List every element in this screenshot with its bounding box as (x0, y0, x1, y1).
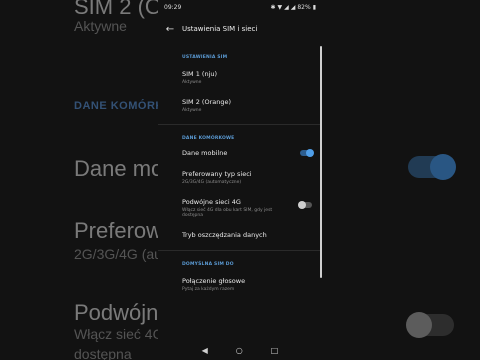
scrollbar[interactable] (320, 46, 322, 278)
dual-4g-toggle[interactable] (298, 201, 312, 209)
home-nav-icon[interactable]: ○ (236, 346, 243, 355)
navigation-bar: ◀ ○ □ (158, 340, 322, 360)
section-header-mobile-data: DANE KOMÓRKOWE (182, 136, 235, 141)
preferred-network-label: Preferowany typ sieci (182, 170, 252, 178)
back-arrow-icon[interactable]: ← (162, 21, 178, 37)
background-dual-4g-sub2: dostępna (74, 346, 132, 360)
bluetooth-icon: ✱ (270, 3, 276, 11)
list-item-data-saver[interactable]: Tryb oszczędzania danych (182, 223, 322, 244)
background-toggle-off (406, 312, 454, 338)
list-item-voice-calls[interactable]: Połączenie głosowe Pytaj za każdym razem (182, 267, 322, 297)
background-left-panel: SIM 2 (Orange) Aktywne DANE KOMÓRKOWE Da… (0, 0, 325, 360)
section-sim-cards: USTAWIENIA SIM SIM 1 (nju) Aktywne SIM 2… (158, 44, 322, 118)
list-item-preferred-network[interactable]: Preferowany typ sieci 2G/3G/4G (automaty… (182, 162, 322, 190)
dual-4g-label: Podwójne sieci 4G (182, 198, 241, 206)
status-icons: ✱ ▼ ◢ ◢ 82% ▮ (270, 4, 316, 11)
list-item-sim1[interactable]: SIM 1 (nju) Aktywne (182, 60, 322, 90)
signal-2-icon: ◢ (290, 3, 296, 11)
status-bar: 09:29 ✱ ▼ ◢ ◢ 82% ▮ (158, 0, 322, 14)
voice-calls-label: Połączenie głosowe (182, 277, 246, 285)
section-default-sim: DOMYŚLNA SIM DO Połączenie głosowe Pytaj… (158, 251, 322, 297)
background-toggle-on (408, 154, 456, 180)
background-right-panel (322, 0, 480, 360)
sim2-title: SIM 2 (Orange) (182, 98, 232, 106)
list-item-sim2[interactable]: SIM 2 (Orange) Aktywne (182, 90, 322, 118)
mobile-data-toggle[interactable] (300, 149, 314, 157)
data-saver-label: Tryb oszczędzania danych (182, 231, 267, 239)
section-mobile-data: DANE KOMÓRKOWE Dane mobilne Preferowany … (158, 125, 322, 244)
phone-screen: 09:29 ✱ ▼ ◢ ◢ 82% ▮ ← Ustawienia SIM i s… (158, 0, 322, 360)
back-nav-icon[interactable]: ◀ (202, 346, 208, 355)
recents-nav-icon[interactable]: □ (271, 346, 279, 355)
sim2-status: Aktywne (182, 108, 202, 113)
section-header-sim: USTAWIENIA SIM (182, 55, 228, 60)
battery-icon: ▮ (312, 3, 316, 11)
preferred-network-value: 2G/3G/4G (automatyczne) (182, 180, 242, 185)
section-header-default-sim: DOMYŚLNA SIM DO (182, 262, 234, 267)
list-item-dual-4g[interactable]: Podwójne sieci 4G Włącz sieć 4G dla obu … (182, 190, 322, 223)
battery-percent: 82% (297, 3, 311, 11)
background-sim2-status: Aktywne (74, 18, 127, 34)
signal-icon: ◢ (284, 3, 289, 11)
dual-4g-description: Włącz sieć 4G dla obu kart SIM, gdy jest… (182, 208, 273, 218)
app-bar: ← Ustawienia SIM i sieci (158, 14, 322, 44)
page-title: Ustawienia SIM i sieci (182, 25, 258, 33)
mobile-data-label: Dane mobilne (182, 149, 228, 157)
list-item-mobile-data[interactable]: Dane mobilne (182, 141, 322, 162)
status-time: 09:29 (164, 3, 182, 11)
wifi-icon: ▼ (277, 3, 283, 11)
voice-calls-value: Pytaj za każdym razem (182, 287, 235, 292)
sim1-title: SIM 1 (nju) (182, 70, 218, 78)
settings-list[interactable]: USTAWIENIA SIM SIM 1 (nju) Aktywne SIM 2… (158, 44, 322, 340)
sim1-status: Aktywne (182, 80, 202, 85)
